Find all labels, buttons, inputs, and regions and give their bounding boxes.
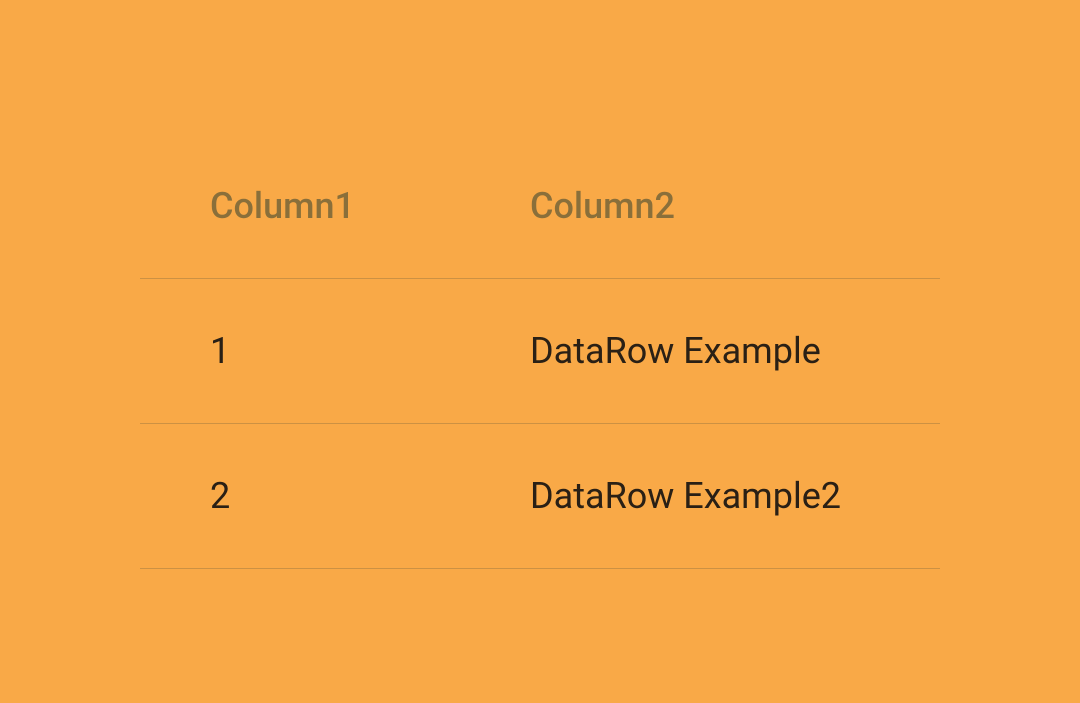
- data-table: Column1 Column2 1 DataRow Example 2 Data…: [140, 134, 940, 569]
- cell-col2: DataRow Example2: [460, 475, 940, 517]
- table-row[interactable]: 1 DataRow Example: [140, 279, 940, 424]
- cell-col1: 1: [140, 330, 460, 372]
- cell-col1: 2: [140, 475, 460, 517]
- table-row[interactable]: 2 DataRow Example2: [140, 424, 940, 569]
- cell-col2: DataRow Example: [460, 330, 940, 372]
- column-header-2[interactable]: Column2: [460, 185, 940, 227]
- column-header-1[interactable]: Column1: [140, 185, 460, 227]
- table-header-row: Column1 Column2: [140, 134, 940, 279]
